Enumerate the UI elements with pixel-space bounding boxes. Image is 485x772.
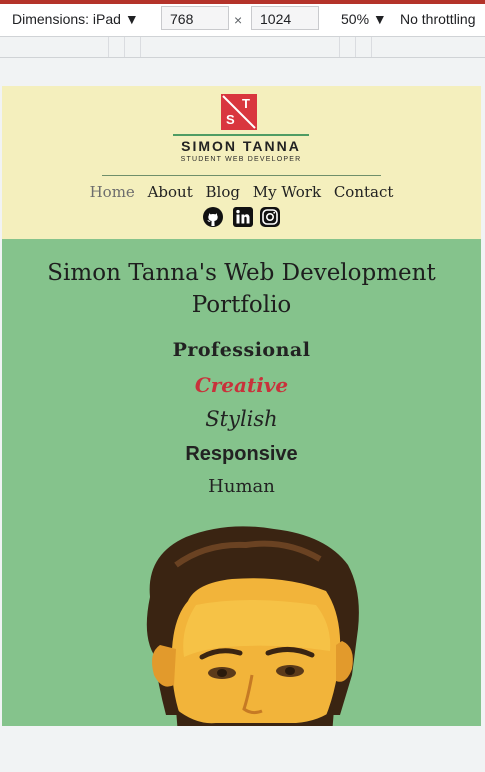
site-header: T S SIMON TANNA STUDENT WEB DEVELOPER Ho… <box>2 86 481 239</box>
device-toolbar: Dimensions: iPad ▼ 768 × 1024 50% ▼ No t… <box>0 4 485 36</box>
github-icon[interactable] <box>203 207 223 227</box>
logo-letter-t: T <box>242 96 250 111</box>
nav-contact[interactable]: Contact <box>334 183 394 201</box>
dimensions-dropdown[interactable]: Dimensions: iPad ▼ <box>12 11 139 27</box>
instagram-icon[interactable] <box>260 207 280 227</box>
logo-letter-s: S <box>226 112 235 127</box>
linkedin-icon[interactable] <box>233 207 253 227</box>
nav-home[interactable]: Home <box>90 183 135 201</box>
throttling-dropdown[interactable]: No throttling <box>400 11 475 27</box>
nav-blog[interactable]: Blog <box>206 183 240 201</box>
media-query-ruler[interactable] <box>0 36 485 58</box>
nav-divider <box>102 175 381 176</box>
word-stylish: Stylish <box>205 407 278 431</box>
zoom-dropdown[interactable]: 50% ▼ <box>341 11 387 27</box>
times-sign: × <box>234 12 243 28</box>
site-tagline: STUDENT WEB DEVELOPER <box>180 156 302 163</box>
logo-icon[interactable]: T S <box>221 94 257 130</box>
logo-divider <box>173 134 309 136</box>
hero-title: Simon Tanna's Web Development Portfolio <box>47 260 436 318</box>
site-name[interactable]: SIMON TANNA <box>173 138 309 154</box>
width-input[interactable]: 768 <box>161 6 229 30</box>
nav-about[interactable]: About <box>148 183 193 201</box>
word-creative: Creative <box>194 373 289 397</box>
nav-my-work[interactable]: My Work <box>253 183 321 201</box>
word-professional: Professional <box>172 339 311 361</box>
height-input[interactable]: 1024 <box>251 6 319 30</box>
website-page: T S SIMON TANNA STUDENT WEB DEVELOPER Ho… <box>2 86 481 726</box>
word-responsive: Responsive <box>185 443 298 465</box>
hero-section: Simon Tanna's Web Development Portfolio … <box>2 239 481 726</box>
portrait-photo <box>146 526 359 726</box>
main-nav: Home About Blog My Work Contact <box>2 183 481 201</box>
word-human: Human <box>208 476 275 497</box>
